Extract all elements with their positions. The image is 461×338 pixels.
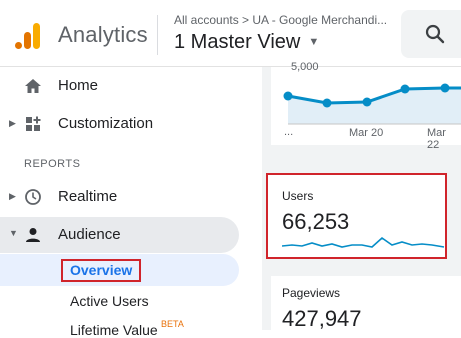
reports-section-label: REPORTS	[24, 158, 81, 170]
users-metric-value: 66,253	[282, 209, 350, 234]
chart-point	[322, 98, 332, 108]
sidebar-subitem-lifetime-value[interactable]: Lifetime Value	[70, 322, 158, 338]
sidebar-item-realtime[interactable]: ▶ Realtime	[0, 178, 262, 216]
analytics-logo-icon[interactable]	[14, 22, 42, 50]
caret-down-icon: ▼	[308, 36, 320, 48]
dashboard-plus-icon	[26, 116, 41, 131]
sidebar-item-audience[interactable]: ▼ Audience	[0, 216, 262, 254]
sidebar-item-home[interactable]: Home	[0, 67, 262, 105]
sidebar-item-label: Realtime	[58, 188, 118, 205]
sidebar-item-label: Home	[58, 77, 99, 94]
expand-arrow-icon[interactable]: ▶	[9, 118, 16, 129]
pageviews-metric-card[interactable]: Pageviews 427,947	[271, 276, 461, 331]
top-app-bar: Analytics All accounts > UA - Google Mer…	[0, 0, 461, 67]
account-breadcrumb[interactable]: All accounts > UA - Google Merchandi...	[174, 13, 394, 27]
users-metric-label: Users	[282, 189, 314, 203]
x-axis-label: Mar 20	[349, 127, 384, 139]
overview-chart-card: 5,000 ... Mar 20 Mar 22	[271, 61, 461, 151]
app-name: Analytics	[58, 22, 148, 47]
collapse-arrow-icon[interactable]: ▼	[9, 228, 18, 238]
chart-point	[362, 97, 372, 107]
chart-point	[283, 91, 293, 101]
chart-point	[400, 84, 410, 94]
sidebar-subitem-overview[interactable]: Overview	[61, 259, 142, 282]
x-axis-label: Mar 22	[427, 127, 446, 151]
sidebar: Home ▶ Customization REPORTS ▶ Realtime …	[0, 67, 262, 338]
beta-badge: BETA	[161, 319, 184, 329]
header-divider	[157, 15, 158, 55]
sidebar-item-label: Customization	[58, 115, 154, 132]
view-selector[interactable]: 1 Master View ▼	[174, 31, 319, 54]
sidebar-item-customization[interactable]: ▶ Customization	[0, 105, 262, 143]
view-name: 1 Master View	[174, 31, 301, 53]
search-icon	[425, 24, 445, 44]
clock-icon	[25, 189, 41, 205]
users-metric-card[interactable]: Users 66,253	[266, 173, 447, 259]
person-icon	[26, 228, 40, 242]
chart-point	[440, 83, 450, 93]
sidebar-item-label: Audience	[58, 226, 121, 243]
pageviews-metric-value: 427,947	[282, 306, 362, 331]
x-axis-label: ...	[284, 126, 294, 138]
users-sparkline	[282, 236, 445, 248]
search-button[interactable]	[401, 10, 461, 58]
sidebar-subitem-active-users[interactable]: Active Users	[70, 293, 149, 309]
home-icon	[25, 79, 41, 93]
expand-arrow-icon[interactable]: ▶	[9, 191, 16, 202]
pageviews-metric-label: Pageviews	[282, 286, 341, 300]
